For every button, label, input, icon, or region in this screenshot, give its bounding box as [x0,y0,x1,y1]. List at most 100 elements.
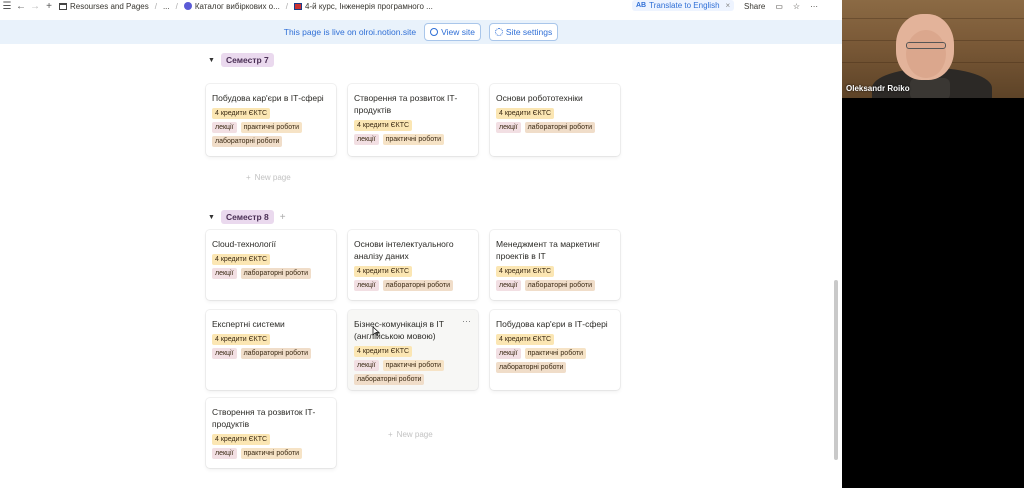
forward-arrow-icon[interactable]: → [28,0,42,12]
comment-icon[interactable]: ▭ [775,2,783,11]
breadcrumb-resources[interactable]: Resourses and Pages [56,2,152,11]
breadcrumb-label: 4-й курс, Інженерія програмного ... [305,1,433,11]
site-settings-button[interactable]: Site settings [488,23,559,41]
breadcrumb-current-page[interactable]: 4-й курс, Інженерія програмного ... [291,2,436,11]
board-card[interactable]: Основи інтелектуального аналізу даних 4 … [348,230,478,300]
credits-tag: 4 кредити ЄКТС [212,254,271,265]
practicals-tag: практичні роботи [240,448,303,459]
breadcrumb-label: ... [162,1,170,11]
participant-face-shade [906,30,946,78]
group-label: Семестр 7 [220,53,274,67]
gear-icon [494,28,503,36]
collapse-caret-icon[interactable]: ▼ [208,214,215,221]
board-card[interactable]: Побудова кар'єри в ІТ-сфері 4 кредити ЄК… [490,310,620,390]
group-header-semester-8[interactable]: ▼ Семестр 8 + [208,210,286,224]
board-card[interactable]: Побудова кар'єри в ІТ-сфері 4 кредити ЄК… [206,84,336,156]
breadcrumb-catalog[interactable]: Каталог вибіркових о... [181,2,283,11]
participant-glasses [906,42,946,49]
vertical-scrollbar[interactable] [834,280,838,460]
catalog-icon [183,2,192,10]
favorite-star-icon[interactable]: ☆ [793,2,800,11]
board-card[interactable]: Експертні системи 4 кредити ЄКТС лекції л… [206,310,336,390]
breadcrumb-label: Каталог вибіркових о... [194,1,280,11]
participant-name: Oleksandr Roiko [846,84,910,93]
menu-icon[interactable]: ☰ [0,0,14,12]
credits-tag: 4 кредити ЄКТС [354,346,413,357]
board-card-hovered[interactable]: ··· Бізнес-комунікація в ІТ (англійською… [348,310,478,390]
lectures-tag: лекції [354,134,379,145]
table-icon [59,2,67,10]
tag-row: 4 кредити ЄКТС [496,108,614,119]
board-card[interactable]: Створення та розвиток ІТ-продуктів 4 кре… [206,398,336,468]
labs-tag: лабораторні роботи [524,280,596,291]
labs-tag: лабораторні роботи [212,136,283,147]
credits-tag: 4 кредити ЄКТС [496,334,555,345]
board-card[interactable]: Створення та розвиток ІТ-продуктів 4 кре… [348,84,478,156]
lectures-tag: лекції [496,280,521,291]
card-more-icon[interactable]: ··· [462,316,471,326]
top-bar-actions: Share ▭ ☆ ··· [744,0,818,12]
card-title: Створення та розвиток ІТ-продуктів [354,93,458,115]
view-site-button[interactable]: View site [424,23,481,41]
uk-flag-icon [294,2,303,10]
breadcrumb-label: Resourses and Pages [70,1,149,11]
tag-row: 4 кредити ЄКТС [212,334,330,345]
tag-row: лекції практичні роботи [212,448,330,459]
new-page-button[interactable]: + New page [246,173,291,182]
practicals-tag: практичні роботи [240,122,303,133]
labs-tag: лабораторні роботи [354,374,425,385]
board-card[interactable]: Менеджмент та маркетинг проектів в ІТ 4 … [490,230,620,300]
lectures-tag: лекції [496,348,521,359]
new-page-plus-icon[interactable]: + [42,0,56,12]
card-title: Менеджмент та маркетинг проектів в ІТ [496,239,601,261]
card-title: Основи інтелектуального аналізу даних [354,239,454,261]
credits-tag: 4 кредити ЄКТС [354,120,413,131]
banner-text: This page is live on olroi.notion.site [283,27,417,37]
breadcrumb-ellipsis[interactable]: ... [160,2,173,11]
card-title: Cloud-технології [212,239,276,249]
tag-row: лекції практичні роботи [354,360,472,371]
card-title: Побудова кар'єри в ІТ-сфері [496,319,608,329]
practicals-tag: практичні роботи [382,134,445,145]
labs-tag: лабораторні роботи [382,280,454,291]
share-button[interactable]: Share [744,2,765,11]
tag-row: лекції практичні роботи [496,348,614,359]
breadcrumb-separator: / [285,1,289,11]
group-label: Семестр 8 [220,210,274,224]
collapse-caret-icon[interactable]: ▼ [208,57,215,64]
plus-icon: + [246,173,251,182]
translate-to-english-button[interactable]: AB Translate to English × [632,0,735,11]
group-header-semester-7[interactable]: ▼ Семестр 7 [208,53,274,67]
tag-row: 4 кредити ЄКТС [496,334,614,345]
board-card[interactable]: Cloud-технології 4 кредити ЄКТС лекції ла… [206,230,336,300]
new-page-button[interactable]: + New page [388,430,433,439]
card-title: Експертні системи [212,319,285,329]
labs-tag: лабораторні роботи [524,122,596,133]
tag-row: лекції лабораторні роботи [212,348,330,359]
add-card-plus-icon[interactable]: + [280,212,286,223]
close-icon[interactable]: × [726,1,731,10]
top-bar: ☰ ← → + Resourses and Pages / ... / Ката… [0,0,842,12]
tag-row: 4 кредити ЄКТС [354,266,472,277]
tag-row: лекції лабораторні роботи [496,122,614,133]
plus-icon: + [388,430,393,439]
lectures-tag: лекції [212,122,237,133]
board-card[interactable]: Основи робототехніки 4 кредити ЄКТС лекц… [490,84,620,156]
tag-row: 4 кредити ЄКТС [212,434,330,445]
tag-row: лабораторні роботи [212,136,330,147]
tag-row: 4 кредити ЄКТС [354,120,472,131]
tag-row: 4 кредити ЄКТС [212,254,330,265]
card-title: Побудова кар'єри в ІТ-сфері [212,93,324,103]
live-site-banner: This page is live on olroi.notion.site V… [0,20,842,44]
credits-tag: 4 кредити ЄКТС [212,434,271,445]
back-arrow-icon[interactable]: ← [14,0,28,12]
notion-window: ☰ ← → + Resourses and Pages / ... / Ката… [0,0,842,488]
new-page-label: New page [254,173,291,182]
labs-tag: лабораторні роботи [240,348,312,359]
participant-shirt [910,78,950,100]
lectures-tag: лекції [212,268,237,279]
more-icon[interactable]: ··· [810,2,818,11]
credits-tag: 4 кредити ЄКТС [496,266,555,277]
labs-tag: лабораторні роботи [240,268,312,279]
lectures-tag: лекції [212,348,237,359]
